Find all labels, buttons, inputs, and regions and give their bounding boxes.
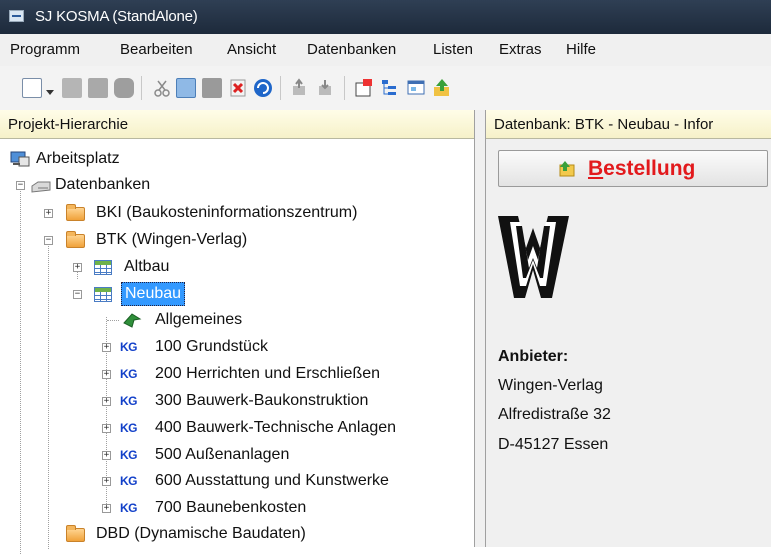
menu-bearbeiten[interactable]: Bearbeiten — [120, 41, 193, 58]
paste-icon[interactable] — [202, 78, 222, 98]
tree-view-icon[interactable] — [380, 78, 400, 98]
cut-icon[interactable] — [152, 78, 172, 98]
tree-label: 300 Bauwerk-Baukonstruktion — [155, 392, 369, 409]
pane-header: Projekt-Hierarchie — [0, 110, 474, 139]
tree-label: 600 Ausstattung und Kunstwerke — [155, 472, 389, 489]
export-icon[interactable] — [290, 78, 310, 98]
tree-label: BKI (Baukosteninformationszentrum) — [96, 204, 358, 221]
tree-label: DBD (Dynamische Baudaten) — [96, 525, 306, 542]
collapse-icon[interactable]: − — [16, 181, 25, 190]
table-icon — [94, 287, 112, 302]
project-hierarchy-pane: Projekt-Hierarchie Arbeitsplatz − Datenb… — [0, 110, 475, 554]
delete-icon[interactable] — [228, 78, 248, 98]
provider-city: D-45127 Essen — [498, 436, 609, 453]
upload-icon[interactable] — [432, 78, 452, 98]
kg-badge-icon: KG — [120, 394, 138, 408]
expand-icon[interactable]: + — [44, 209, 53, 218]
tree-label: Altbau — [124, 258, 170, 275]
app-icon — [9, 10, 24, 22]
tree-label: 700 Baunebenkosten — [155, 499, 307, 516]
pane-header: Datenbank: BTK - Neubau - Infor — [486, 110, 771, 139]
provider-street: Alfredistraße 32 — [498, 406, 611, 423]
order-button-label: Bestellung — [588, 157, 696, 180]
copy-icon[interactable] — [176, 78, 196, 98]
tree-line — [48, 236, 49, 549]
tree-label: 100 Grundstück — [155, 338, 268, 355]
tree-label: BTK (Wingen-Verlag) — [96, 231, 248, 248]
tree-label: 500 Außenanlagen — [155, 446, 290, 463]
expand-icon[interactable]: + — [102, 397, 111, 406]
menu-ansicht[interactable]: Ansicht — [227, 41, 276, 58]
table-icon — [94, 260, 112, 275]
tree-line — [107, 320, 119, 321]
new-document-icon[interactable] — [22, 78, 42, 98]
database-drive-icon — [30, 178, 52, 193]
tree-label: Allgemeines — [155, 311, 243, 328]
kg-badge-icon: KG — [120, 474, 138, 488]
toolbar — [0, 66, 771, 111]
save-icon[interactable] — [88, 78, 108, 98]
tree-line — [20, 182, 21, 554]
properties-icon[interactable] — [354, 78, 374, 98]
menu-programm[interactable]: Programm — [10, 41, 80, 58]
open-icon[interactable] — [62, 78, 82, 98]
menu-hilfe[interactable]: Hilfe — [566, 41, 596, 58]
collapse-icon[interactable]: − — [44, 236, 53, 245]
expand-icon[interactable]: + — [102, 343, 111, 352]
tree-label: Arbeitsplatz — [36, 150, 120, 167]
expand-icon[interactable]: + — [102, 477, 111, 486]
order-button[interactable]: Bestellung — [498, 150, 768, 187]
order-icon — [559, 160, 577, 177]
menu-datenbanken[interactable]: Datenbanken — [307, 41, 396, 58]
publisher-logo-icon — [496, 208, 571, 304]
pane-splitter[interactable] — [475, 110, 486, 547]
info-arrow-icon — [122, 311, 142, 329]
kg-badge-icon: KG — [120, 421, 138, 435]
provider-label: Anbieter: — [498, 348, 569, 365]
expand-icon[interactable]: + — [102, 451, 111, 460]
toolbar-separator — [141, 76, 142, 100]
tree-label-selected: Neubau — [121, 282, 186, 306]
window-title: SJ KOSMA (StandAlone) — [35, 8, 198, 25]
kg-badge-icon: KG — [120, 448, 138, 462]
folder-icon — [66, 204, 85, 221]
expand-icon[interactable]: + — [102, 370, 111, 379]
folder-icon — [66, 231, 85, 248]
expand-icon[interactable]: + — [102, 504, 111, 513]
tree-label: 400 Bauwerk-Technische Anlagen — [155, 419, 397, 436]
title-bar: SJ KOSMA (StandAlone) — [0, 0, 771, 34]
computer-icon — [10, 151, 30, 167]
kg-badge-icon: KG — [120, 501, 138, 515]
menu-listen[interactable]: Listen — [433, 41, 473, 58]
expand-icon[interactable]: + — [73, 263, 82, 272]
refresh-icon[interactable] — [253, 78, 273, 98]
print-icon[interactable] — [114, 78, 134, 98]
tree-label: 200 Herrichten und Erschließen — [155, 365, 381, 382]
dropdown-arrow-icon[interactable] — [45, 84, 55, 95]
kg-badge-icon: KG — [120, 340, 138, 354]
kg-badge-icon: KG — [120, 367, 138, 381]
provider-name: Wingen-Verlag — [498, 377, 603, 394]
menu-bar: Programm Bearbeiten Ansicht Datenbanken … — [0, 34, 771, 67]
collapse-icon[interactable]: − — [73, 290, 82, 299]
toolbar-separator — [344, 76, 345, 100]
database-info-pane: Datenbank: BTK - Neubau - Infor Bestellu… — [486, 110, 771, 547]
tree-label: Datenbanken — [55, 176, 151, 193]
toolbar-separator — [280, 76, 281, 100]
expand-icon[interactable]: + — [102, 424, 111, 433]
folder-icon — [66, 525, 85, 542]
menu-extras[interactable]: Extras — [499, 41, 542, 58]
window-icon[interactable] — [406, 78, 426, 98]
import-icon[interactable] — [316, 78, 336, 98]
